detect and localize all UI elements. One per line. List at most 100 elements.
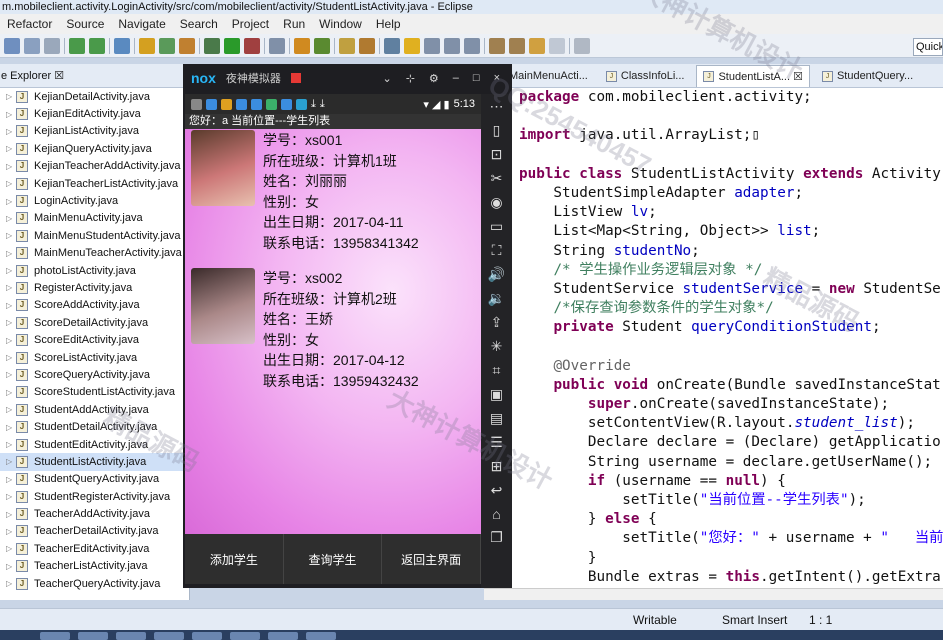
horizontal-scrollbar[interactable] [484, 588, 943, 600]
expand-arrow-icon[interactable]: ▷ [6, 544, 16, 553]
prev-annotation-icon[interactable] [509, 37, 525, 54]
volume-up-icon[interactable]: 🔊 [488, 266, 505, 283]
expand-arrow-icon[interactable]: ▷ [6, 405, 16, 414]
tree-item[interactable]: ▷ J TeacherAddActivity.java [0, 505, 189, 522]
tree-item[interactable]: ▷ J TeacherDetailActivity.java [0, 523, 189, 540]
tree-item[interactable]: ▷ J RegisterActivity.java [0, 279, 189, 296]
tree-item[interactable]: ▷ J MainMenuTeacherActivity.java [0, 245, 189, 262]
menu-window[interactable]: Window [312, 17, 369, 31]
tree-item[interactable]: ▷ JphotoListActivity.java [0, 262, 189, 279]
new-java-icon[interactable] [159, 37, 175, 54]
back-icon[interactable]: ↩ [491, 482, 503, 499]
expand-arrow-icon[interactable]: ▷ [6, 492, 16, 501]
taskbar-button[interactable] [268, 632, 298, 640]
folder-icon[interactable] [339, 37, 355, 54]
quick-access-input[interactable]: Quick [913, 38, 943, 56]
keyboard-icon[interactable]: ▭ [490, 218, 503, 235]
expand-arrow-icon[interactable]: ▷ [6, 579, 16, 588]
sdk-manager-icon[interactable] [89, 37, 105, 54]
refresh-icon[interactable] [314, 37, 330, 54]
print-icon[interactable] [44, 37, 60, 54]
debug-icon[interactable] [204, 37, 220, 54]
open-type-icon[interactable] [294, 37, 310, 54]
new-class-icon[interactable] [139, 37, 155, 54]
taskbar-button[interactable] [230, 632, 260, 640]
expand-arrow-icon[interactable]: ▷ [6, 92, 16, 101]
next-annotation-icon[interactable] [489, 37, 505, 54]
expand-arrow-icon[interactable]: ▷ [6, 562, 16, 571]
expand-arrow-icon[interactable]: ▷ [6, 179, 16, 188]
expand-arrow-icon[interactable]: ▷ [6, 144, 16, 153]
tab-student-list-activity[interactable]: J StudentListA... ☒ [696, 65, 810, 87]
forward-icon[interactable] [549, 37, 565, 54]
edit-icon[interactable] [359, 37, 375, 54]
menu-help[interactable]: Help [369, 17, 408, 31]
expand-arrow-icon[interactable]: ▷ [6, 370, 16, 379]
tree-item[interactable]: ▷ J KejianTeacherAddActivity.java [0, 158, 189, 175]
tree-item[interactable]: ▷ J KejianEditActivity.java [0, 105, 189, 122]
tree-item[interactable]: ▷ J StudentListActivity.java [0, 453, 189, 471]
taskbar-button[interactable] [116, 632, 146, 640]
phone-icon[interactable]: ▯ [493, 122, 501, 139]
search-tool-icon[interactable] [269, 37, 285, 54]
expand-arrow-icon[interactable]: ▷ [6, 110, 16, 119]
maximize-icon[interactable]: □ [473, 72, 480, 85]
tree-item[interactable]: ▷ J ScoreStudentListActivity.java [0, 384, 189, 401]
more-icon[interactable]: ⋯ [490, 98, 504, 115]
tree-item[interactable]: ▷ J TeacherListActivity.java [0, 558, 189, 575]
checkbox-icon[interactable] [114, 37, 130, 54]
paragraph-icon[interactable] [464, 37, 480, 54]
expand-arrow-icon[interactable]: ▷ [6, 510, 16, 519]
expand-arrow-icon[interactable]: ▷ [6, 214, 16, 223]
expand-arrow-icon[interactable]: ▷ [6, 197, 16, 206]
taskbar-button[interactable] [40, 632, 70, 640]
fullscreen-icon[interactable]: ⛶ [492, 242, 502, 259]
volume-down-icon[interactable]: 🔉 [488, 290, 505, 307]
tree-item[interactable]: ▷ J StudentQueryActivity.java [0, 471, 189, 488]
scissors-icon[interactable]: ✂ [491, 170, 503, 187]
recent-apps-icon[interactable]: ❐ [490, 529, 503, 546]
tree-item[interactable]: ▷ J TeacherEditActivity.java [0, 540, 189, 557]
menu-project[interactable]: Project [225, 17, 276, 31]
tree-item[interactable]: ▷ J ScoreAddActivity.java [0, 297, 189, 314]
tree-item[interactable]: ▷ J KejianDetailActivity.java [0, 88, 189, 105]
menu-search[interactable]: Search [173, 17, 225, 31]
expand-arrow-icon[interactable]: ▷ [6, 423, 16, 432]
pin-icon[interactable]: ⊹ [406, 72, 415, 85]
expand-arrow-icon[interactable]: ▷ [6, 283, 16, 292]
tree-item[interactable]: ▷ J LoginActivity.java [0, 192, 189, 209]
menu-refactor[interactable]: Refactor [0, 17, 59, 31]
add-student-button[interactable]: 添加学生 [185, 534, 284, 584]
tree-item[interactable]: ▷ J StudentRegisterActivity.java [0, 488, 189, 505]
tree-item[interactable]: ▷ J ScoreEditActivity.java [0, 331, 189, 348]
shake-icon[interactable]: ✳ [491, 338, 503, 355]
tree-item[interactable]: ▷ J MainMenuStudentActivity.java [0, 227, 189, 244]
expand-arrow-icon[interactable]: ▷ [6, 353, 16, 362]
taskbar-button[interactable] [154, 632, 184, 640]
screenshot-icon[interactable]: ▣ [490, 386, 503, 403]
tree-item[interactable]: ▷ J StudentEditActivity.java [0, 436, 189, 453]
expand-arrow-icon[interactable]: ▷ [6, 162, 16, 171]
save-all-icon[interactable] [24, 37, 40, 54]
expand-arrow-icon[interactable]: ▷ [6, 388, 16, 397]
android-icon[interactable]: ⊡ [491, 146, 503, 163]
location-icon[interactable]: ◉ [490, 194, 502, 211]
expand-arrow-icon[interactable]: ▷ [6, 527, 16, 536]
expand-arrow-icon[interactable]: ▷ [6, 249, 16, 258]
explorer-tab[interactable]: e Explorer ☒ [0, 64, 189, 88]
chevron-down-icon[interactable]: ⌄ [382, 72, 391, 85]
save-icon[interactable] [4, 37, 20, 54]
back-to-main-button[interactable]: 返回主界面 [382, 534, 481, 584]
student-list[interactable]: 学号：xs001 所在班级：计算机1班 姓名：刘丽丽 性别：女 出生日期：201… [185, 129, 481, 534]
back-icon[interactable] [529, 37, 545, 54]
macro-icon[interactable]: ⌗ [493, 362, 501, 379]
show-whitespace-icon[interactable] [424, 37, 440, 54]
apk-icon[interactable]: ⇪ [491, 314, 503, 331]
taskbar-button[interactable] [306, 632, 336, 640]
tree-item[interactable]: ▷ J ScoreListActivity.java [0, 349, 189, 366]
pin-icon[interactable] [574, 37, 590, 54]
expand-arrow-icon[interactable]: ▷ [6, 301, 16, 310]
close-icon[interactable]: × [494, 72, 500, 85]
expand-arrow-icon[interactable]: ▷ [6, 127, 16, 136]
taskbar-button[interactable] [78, 632, 108, 640]
